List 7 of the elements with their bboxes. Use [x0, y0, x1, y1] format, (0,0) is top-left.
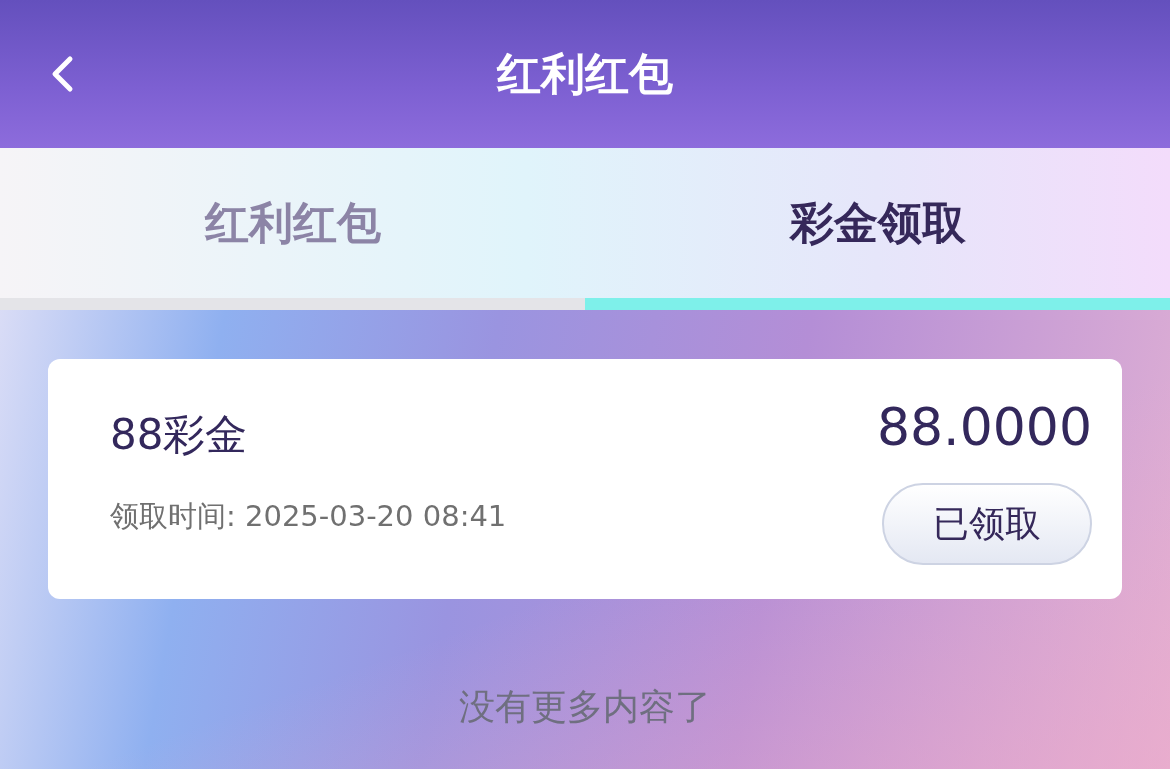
- record-title: 88彩金: [110, 409, 249, 461]
- no-more-text: 没有更多内容了: [459, 685, 711, 729]
- record-amount: 88.0000: [876, 397, 1092, 457]
- page-title: 红利红包: [497, 46, 673, 101]
- back-icon: [50, 55, 74, 93]
- status-button[interactable]: 已领取: [882, 483, 1092, 565]
- claim-time: 领取时间: 2025-03-20 08:41: [110, 498, 507, 535]
